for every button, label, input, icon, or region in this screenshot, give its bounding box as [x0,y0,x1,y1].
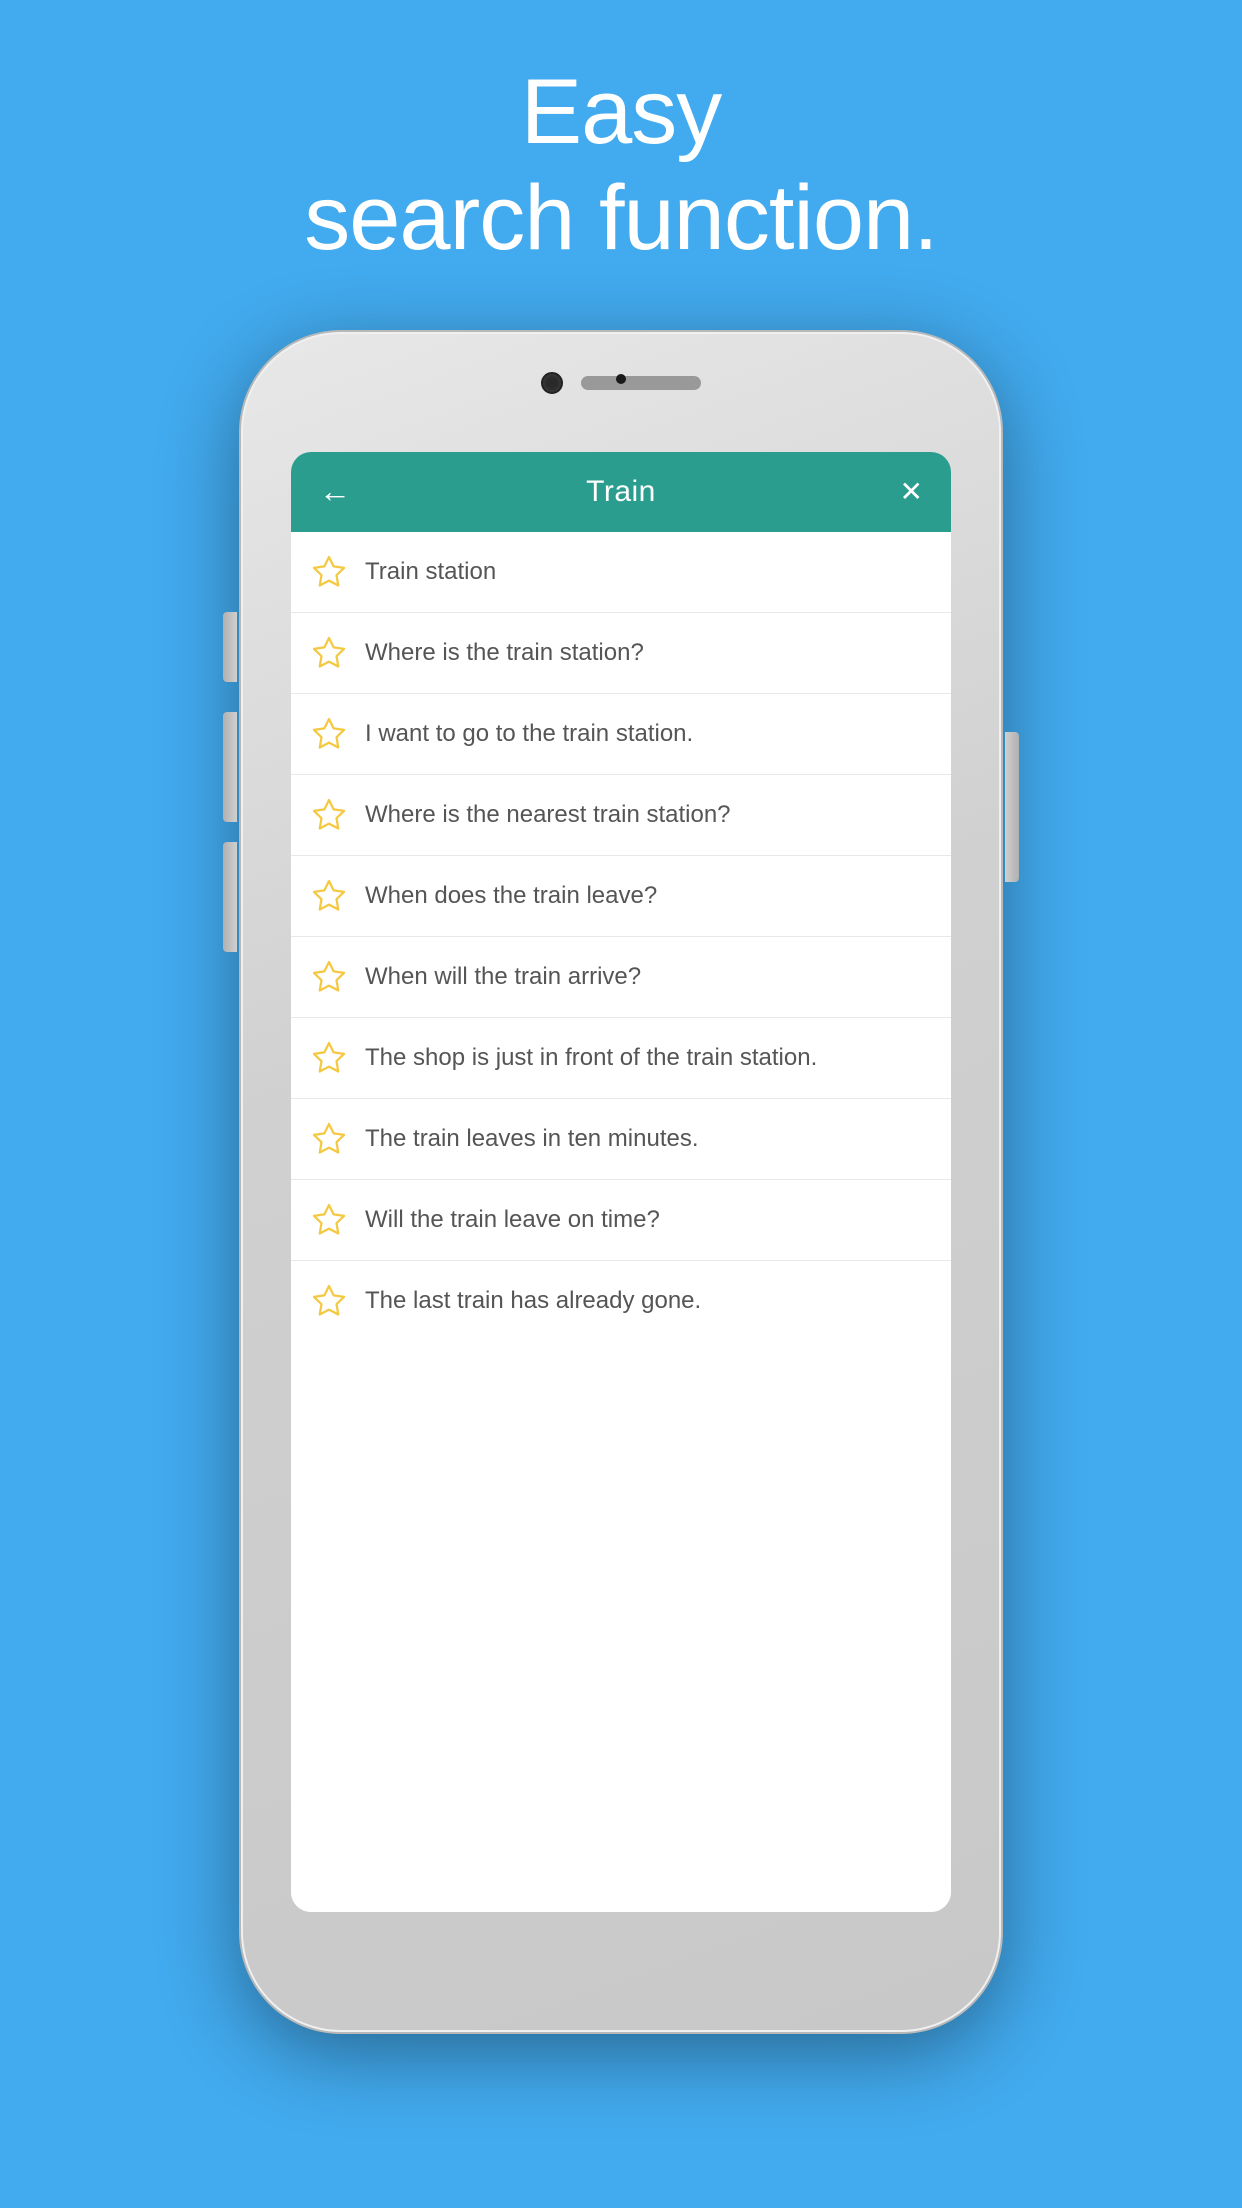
phone-mockup: ← Train ✕ Train station [241,332,1001,2032]
sensor [616,374,626,384]
volume-down-button [223,842,237,952]
list-item[interactable]: Will the train leave on time? [291,1180,951,1261]
star-icon[interactable] [311,1283,347,1319]
phrase-list: Train station Where is the train station… [291,532,951,1912]
app-header: ← Train ✕ [291,452,951,532]
close-button[interactable]: ✕ [883,475,923,508]
list-item[interactable]: When will the train arrive? [291,937,951,1018]
star-icon[interactable] [311,797,347,833]
item-text: Will the train leave on time? [365,1204,660,1235]
speaker-grill [581,376,701,390]
star-icon[interactable] [311,1121,347,1157]
item-text: I want to go to the train station. [365,718,693,749]
star-icon[interactable] [311,1202,347,1238]
mute-button [223,612,237,682]
star-icon[interactable] [311,1040,347,1076]
item-text: Where is the train station? [365,637,644,668]
item-text: The train leaves in ten minutes. [365,1123,699,1154]
phone-shell: ← Train ✕ Train station [241,332,1001,2032]
list-item[interactable]: When does the train leave? [291,856,951,937]
page-title: Easy search function. [304,60,937,272]
item-text: Train station [365,556,496,587]
star-icon[interactable] [311,554,347,590]
list-item[interactable]: Where is the nearest train station? [291,775,951,856]
power-button [1005,732,1019,882]
front-camera [541,372,563,394]
back-button[interactable]: ← [319,473,359,510]
list-item[interactable]: The last train has already gone. [291,1261,951,1341]
item-text: The last train has already gone. [365,1285,701,1316]
star-icon[interactable] [311,716,347,752]
list-item[interactable]: Train station [291,532,951,613]
list-item[interactable]: Where is the train station? [291,613,951,694]
list-item[interactable]: The train leaves in ten minutes. [291,1099,951,1180]
item-text: The shop is just in front of the train s… [365,1042,817,1073]
item-text: When does the train leave? [365,880,657,911]
list-item[interactable]: I want to go to the train station. [291,694,951,775]
item-text: Where is the nearest train station? [365,799,731,830]
list-item[interactable]: The shop is just in front of the train s… [291,1018,951,1099]
header-title: Train [586,475,656,509]
item-text: When will the train arrive? [365,961,641,992]
star-icon[interactable] [311,635,347,671]
star-icon[interactable] [311,959,347,995]
volume-up-button [223,712,237,822]
star-icon[interactable] [311,878,347,914]
phone-screen: ← Train ✕ Train station [291,452,951,1912]
